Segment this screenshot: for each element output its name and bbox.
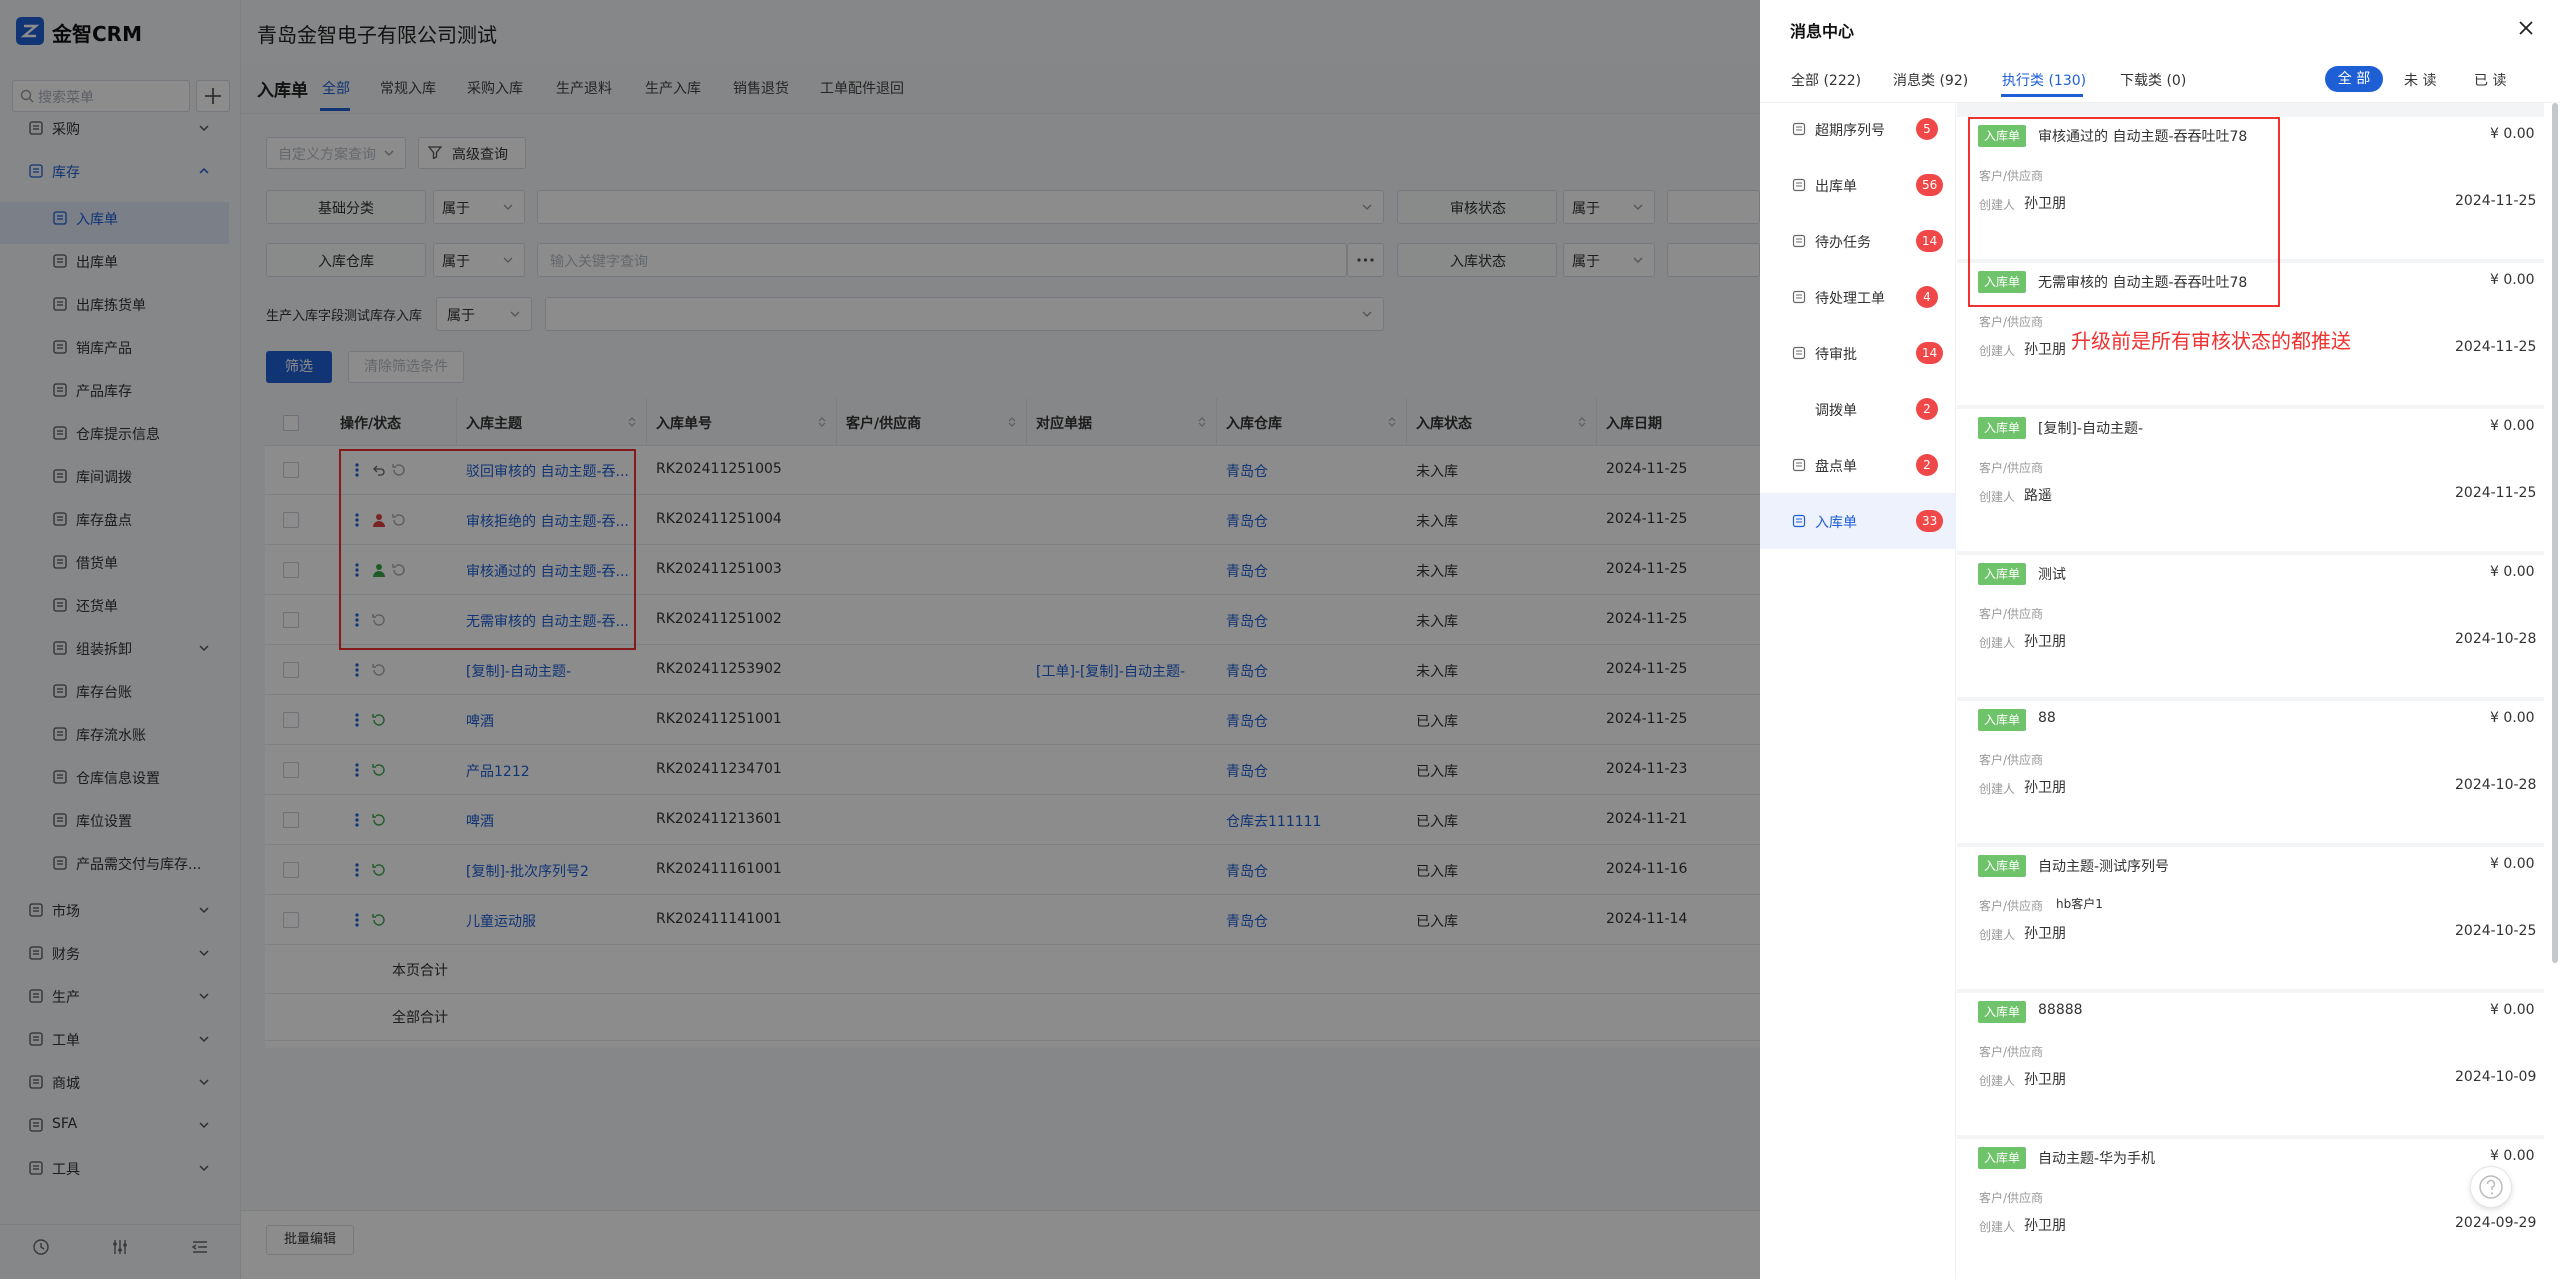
- message-tag: 入库单: [1978, 709, 2027, 731]
- category-count-badge: 14: [1916, 230, 1944, 252]
- message-date: 2024-10-28: [2455, 631, 2537, 647]
- panel-category-list: [1760, 103, 1956, 1279]
- message-date: 2024-10-09: [2455, 1069, 2537, 1085]
- read-filter-all[interactable]: 全 部: [2325, 66, 2383, 92]
- creator-label: 创建人: [1979, 928, 2016, 942]
- creator-label: 创建人: [1979, 636, 2016, 650]
- message-title[interactable]: 自动主题-测试序列号: [2038, 856, 2169, 876]
- category-icon: [1792, 290, 1806, 304]
- category-item[interactable]: 出库单: [1815, 176, 1857, 196]
- message-date: 2024-11-25: [2455, 339, 2537, 355]
- message-title[interactable]: 88: [2038, 710, 2056, 726]
- message-title[interactable]: [复制]-自动主题-: [2038, 418, 2143, 438]
- close-icon[interactable]: [2516, 18, 2536, 38]
- message-tag: 入库单: [1978, 563, 2027, 585]
- message-date: 2024-11-25: [2455, 193, 2537, 209]
- message-amount: ¥ 0.00: [2490, 856, 2535, 872]
- message-title[interactable]: 自动主题-华为手机: [2038, 1148, 2155, 1168]
- message-title[interactable]: 测试: [2038, 564, 2066, 584]
- category-count-badge: 33: [1916, 510, 1944, 532]
- message-amount: ¥ 0.00: [2490, 1148, 2535, 1164]
- message-creator: 路遥: [2024, 488, 2052, 504]
- message-amount: ¥ 0.00: [2490, 418, 2535, 434]
- category-item[interactable]: 待办任务: [1815, 232, 1871, 252]
- category-count-badge: 14: [1916, 342, 1944, 364]
- category-icon: [1792, 122, 1806, 136]
- annotation-box-messages: [1968, 117, 2280, 307]
- message-creator: 孙卫朋: [2024, 1072, 2066, 1088]
- panel-tab-1[interactable]: 消息类 (92): [1893, 70, 1968, 90]
- customer-label: 客户/供应商: [1979, 1045, 2044, 1059]
- category-icon: [1792, 234, 1806, 248]
- category-item[interactable]: 超期序列号: [1815, 120, 1885, 140]
- customer-label: 客户/供应商: [1979, 753, 2044, 767]
- message-creator: 孙卫朋: [2024, 780, 2066, 796]
- panel-tab-3[interactable]: 下载类 (0): [2120, 70, 2186, 90]
- creator-label: 创建人: [1979, 344, 2016, 358]
- read-filter-unread[interactable]: 未 读: [2404, 70, 2436, 90]
- customer-label: 客户/供应商: [1979, 1191, 2044, 1205]
- message-tag: 入库单: [1978, 1147, 2027, 1169]
- read-filter-read[interactable]: 已 读: [2474, 70, 2506, 90]
- help-button[interactable]: [2470, 1166, 2512, 1208]
- message-date: 2024-11-25: [2455, 485, 2537, 501]
- customer-label: 客户/供应商: [1979, 899, 2044, 913]
- annotation-text: 升级前是所有审核状态的都推送: [2071, 329, 2351, 353]
- category-count-badge: 5: [1916, 118, 1938, 140]
- category-count-badge: 2: [1916, 398, 1938, 420]
- category-item[interactable]: 待处理工单: [1815, 288, 1885, 308]
- category-item[interactable]: 调拨单: [1815, 400, 1857, 420]
- customer-label: 客户/供应商: [1979, 315, 2044, 329]
- message-date: 2024-10-25: [2455, 923, 2537, 939]
- category-count-badge: 56: [1916, 174, 1944, 196]
- message-tag: 入库单: [1978, 417, 2027, 439]
- help-icon: [2479, 1175, 2503, 1199]
- creator-label: 创建人: [1979, 1220, 2016, 1234]
- message-title[interactable]: 88888: [2038, 1002, 2083, 1018]
- category-icon: [1792, 346, 1806, 360]
- panel-tab-0[interactable]: 全部 (222): [1791, 70, 1861, 90]
- category-item[interactable]: 入库单: [1815, 512, 1857, 532]
- message-tag: 入库单: [1978, 1001, 2027, 1023]
- category-count-badge: 4: [1916, 286, 1938, 308]
- message-creator: 孙卫朋: [2024, 926, 2066, 942]
- message-creator: 孙卫朋: [2024, 342, 2066, 358]
- category-icon: [1792, 458, 1806, 472]
- message-date: 2024-10-28: [2455, 777, 2537, 793]
- message-amount: ¥ 0.00: [2490, 710, 2535, 726]
- category-icon: [1792, 514, 1806, 528]
- customer-label: 客户/供应商: [1979, 607, 2044, 621]
- category-count-badge: 2: [1916, 454, 1938, 476]
- panel-tab-2[interactable]: 执行类 (130): [2002, 70, 2086, 90]
- creator-label: 创建人: [1979, 490, 2016, 504]
- message-tag: 入库单: [1978, 855, 2027, 877]
- message-customer: hb客户1: [2056, 897, 2103, 911]
- category-icon: [1792, 178, 1806, 192]
- message-date: 2024-09-29: [2455, 1215, 2537, 1231]
- message-creator: 孙卫朋: [2024, 1218, 2066, 1234]
- message-amount: ¥ 0.00: [2490, 272, 2535, 288]
- message-list-scrollbar[interactable]: [2552, 103, 2558, 963]
- customer-label: 客户/供应商: [1979, 461, 2044, 475]
- modal-overlay[interactable]: [0, 0, 1760, 1279]
- category-item[interactable]: 盘点单: [1815, 456, 1857, 476]
- panel-title: 消息中心: [1790, 22, 1855, 41]
- creator-label: 创建人: [1979, 782, 2016, 796]
- message-creator: 孙卫朋: [2024, 634, 2066, 650]
- creator-label: 创建人: [1979, 1074, 2016, 1088]
- message-amount: ¥ 0.00: [2490, 564, 2535, 580]
- message-amount: ¥ 0.00: [2490, 1002, 2535, 1018]
- category-item[interactable]: 待审批: [1815, 344, 1857, 364]
- message-amount: ¥ 0.00: [2490, 126, 2535, 142]
- panel-tab-active-underline: [2001, 94, 2083, 97]
